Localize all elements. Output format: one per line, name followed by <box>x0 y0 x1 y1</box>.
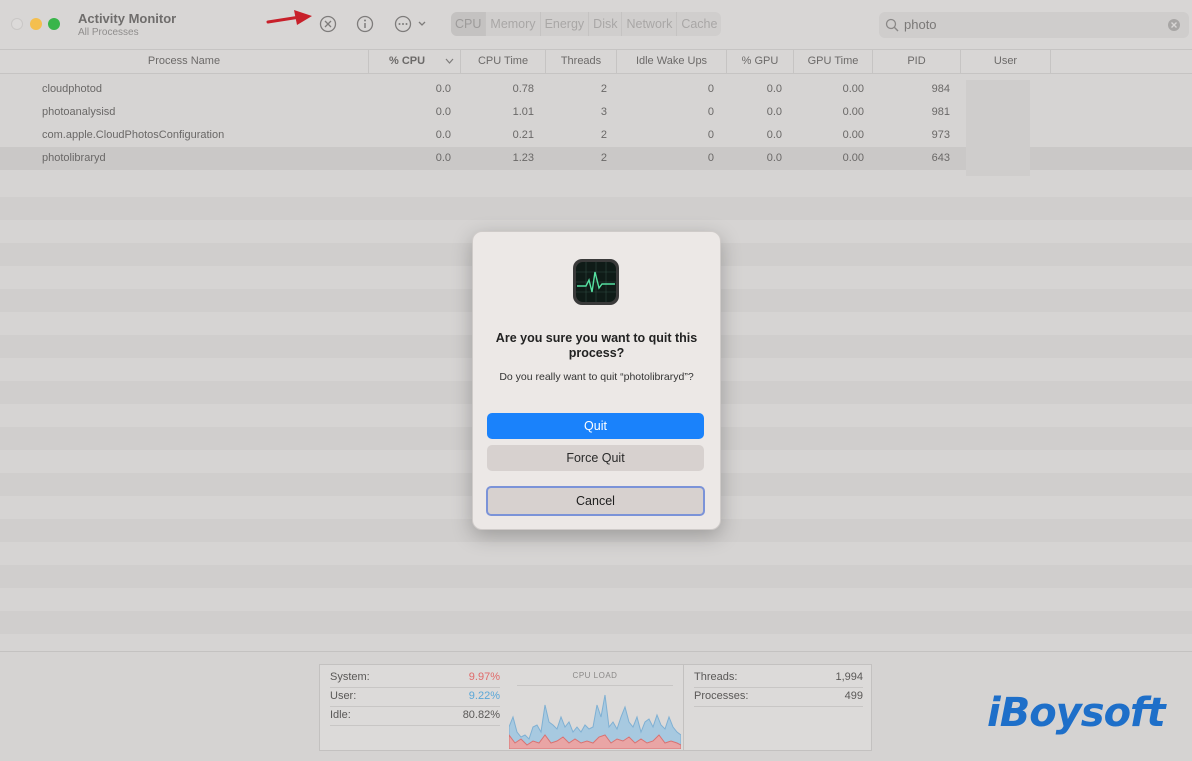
idle-stat: Idle: 80.82% <box>330 707 500 726</box>
sort-descending-icon <box>445 58 454 64</box>
cell-gpu-time: 0.00 <box>842 83 864 95</box>
cpu-load-title: CPU LOAD <box>572 671 618 680</box>
tab-memory[interactable]: Memory <box>486 12 541 36</box>
cell-cpu-time: 1.01 <box>512 106 534 118</box>
processes-value: 499 <box>844 690 863 702</box>
cell-threads: 2 <box>600 152 607 164</box>
cpu-usage-panel: System: 9.97% User: 9.22% Idle: 80.82% <box>319 664 509 751</box>
user-stat: User: 9.22% <box>330 688 500 707</box>
cell-idle-wake-ups: 0 <box>707 83 714 95</box>
cell-pid: 973 <box>931 129 950 141</box>
tab-cache[interactable]: Cache <box>677 12 721 36</box>
cell-cpu: 0.0 <box>435 152 451 164</box>
column-idle-wake-ups[interactable]: Idle Wake Ups <box>617 50 727 73</box>
column-header: Process Name % CPU CPU Time Threads Idle… <box>0 50 1192 74</box>
zoom-window-button[interactable] <box>48 18 60 30</box>
cell-process-name: com.apple.CloudPhotosConfiguration <box>42 129 225 141</box>
cell-threads: 2 <box>600 129 607 141</box>
system-stat: System: 9.97% <box>330 669 500 688</box>
cell-cpu-time: 0.21 <box>512 129 534 141</box>
cell-threads: 3 <box>600 106 607 118</box>
red-arrow-icon <box>266 10 312 25</box>
column-threads[interactable]: Threads <box>546 50 617 73</box>
cancel-button[interactable]: Cancel <box>486 486 705 516</box>
tab-energy[interactable]: Energy <box>541 12 590 36</box>
tab-network[interactable]: Network <box>622 12 678 36</box>
close-window-button[interactable] <box>11 18 23 30</box>
cell-cpu: 0.0 <box>435 106 451 118</box>
cell-pid: 984 <box>931 83 950 95</box>
quit-button[interactable]: Quit <box>487 413 704 439</box>
search-field[interactable]: photo <box>879 12 1189 38</box>
cell-cpu: 0.0 <box>435 83 451 95</box>
processes-stat: Processes: 499 <box>694 688 863 707</box>
tab-cpu[interactable]: CPU <box>451 12 487 36</box>
column-user[interactable]: User <box>961 50 1051 73</box>
quit-process-dialog: Are you sure you want to quit this proce… <box>472 231 721 530</box>
column-gpu-time[interactable]: GPU Time <box>794 50 873 73</box>
stop-process-button[interactable] <box>318 14 338 34</box>
iboysoft-logo: iBoysoft <box>987 690 1166 736</box>
search-icon <box>885 18 899 32</box>
cell-pid: 643 <box>931 152 950 164</box>
toolbar: Activity Monitor All Processes CPU Memor… <box>0 0 1192 50</box>
cell-idle-wake-ups: 0 <box>707 106 714 118</box>
cell-idle-wake-ups: 0 <box>707 152 714 164</box>
cell-gpu: 0.0 <box>766 129 782 141</box>
dialog-message: Do you really want to quit “photolibrary… <box>499 371 694 383</box>
threads-value: 1,994 <box>835 671 863 683</box>
more-options-icon <box>394 15 426 33</box>
minimize-window-button[interactable] <box>30 18 42 30</box>
cell-gpu: 0.0 <box>766 106 782 118</box>
stop-process-icon <box>319 15 337 33</box>
cell-threads: 2 <box>600 83 607 95</box>
info-icon <box>356 15 374 33</box>
category-tabs: CPU Memory Energy Disk Network Cache <box>451 12 722 36</box>
cpu-load-panel: CPU LOAD <box>507 664 683 751</box>
column-process-name[interactable]: Process Name <box>0 50 369 73</box>
window-subtitle: All Processes <box>78 27 139 38</box>
cell-idle-wake-ups: 0 <box>707 129 714 141</box>
column-gpu[interactable]: % GPU <box>727 50 794 73</box>
user-value: 9.22% <box>468 690 500 702</box>
cell-gpu-time: 0.00 <box>842 152 864 164</box>
column-cpu-label: % CPU <box>389 55 426 67</box>
system-value: 9.97% <box>468 671 500 683</box>
window-title: Activity Monitor <box>78 11 177 26</box>
cell-gpu: 0.0 <box>766 152 782 164</box>
column-cpu[interactable]: % CPU <box>369 50 461 73</box>
idle-value: 80.82% <box>462 709 500 721</box>
search-input[interactable]: photo <box>904 17 937 32</box>
cell-cpu: 0.0 <box>435 129 451 141</box>
cell-process-name: photoanalysisd <box>42 106 116 118</box>
more-options-button[interactable] <box>394 14 430 34</box>
cell-cpu-time: 1.23 <box>512 152 534 164</box>
cell-process-name: cloudphotod <box>42 83 102 95</box>
clear-search-icon[interactable] <box>1167 18 1181 32</box>
cell-gpu-time: 0.00 <box>842 129 864 141</box>
dialog-title: Are you sure you want to quit this proce… <box>495 331 698 360</box>
cell-gpu: 0.0 <box>766 83 782 95</box>
cell-cpu-time: 0.78 <box>512 83 534 95</box>
cpu-load-graph <box>509 694 681 749</box>
cell-gpu-time: 0.00 <box>842 106 864 118</box>
column-pid[interactable]: PID <box>873 50 961 73</box>
inspect-process-button[interactable] <box>355 14 375 34</box>
force-quit-button[interactable]: Force Quit <box>487 445 704 471</box>
column-cpu-time[interactable]: CPU Time <box>461 50 546 73</box>
threads-panel: Threads: 1,994 Processes: 499 <box>683 664 872 751</box>
user-column-redaction <box>966 80 1030 176</box>
activity-monitor-app-icon <box>573 259 619 305</box>
threads-stat: Threads: 1,994 <box>694 669 863 688</box>
cell-pid: 981 <box>931 106 950 118</box>
tab-disk[interactable]: Disk <box>589 12 623 36</box>
cell-process-name: photolibraryd <box>42 152 106 164</box>
